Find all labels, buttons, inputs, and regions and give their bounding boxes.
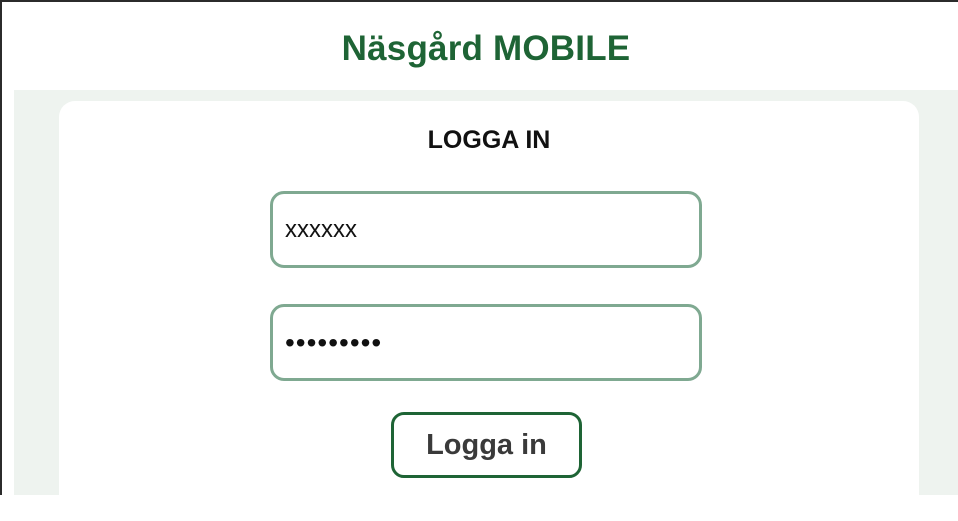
username-input[interactable] (270, 191, 702, 268)
app-title: Näsgård MOBILE (341, 29, 631, 68)
app-header: Näsgård MOBILE (14, 4, 958, 90)
login-heading: LOGGA IN (427, 126, 551, 154)
password-input[interactable] (270, 304, 702, 381)
login-button[interactable]: Logga in (391, 412, 582, 478)
content-area: LOGGA IN Logga in (14, 90, 958, 521)
login-card: LOGGA IN Logga in (59, 101, 919, 521)
browser-viewport: Näsgård MOBILE LOGGA IN Logga in (0, 0, 958, 521)
